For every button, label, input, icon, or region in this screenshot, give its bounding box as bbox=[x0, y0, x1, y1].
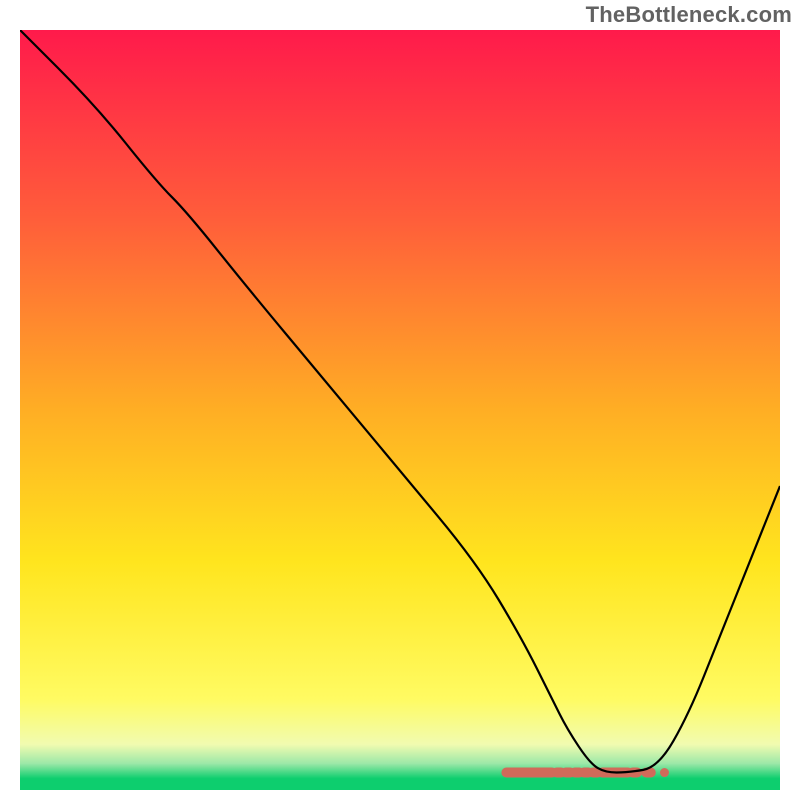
plot-area bbox=[20, 30, 780, 790]
watermark-text: TheBottleneck.com bbox=[586, 2, 792, 28]
gradient-background bbox=[20, 30, 780, 790]
chart-svg bbox=[20, 30, 780, 790]
chart-container: TheBottleneck.com bbox=[0, 0, 800, 800]
optimal-range-marker bbox=[660, 768, 669, 777]
